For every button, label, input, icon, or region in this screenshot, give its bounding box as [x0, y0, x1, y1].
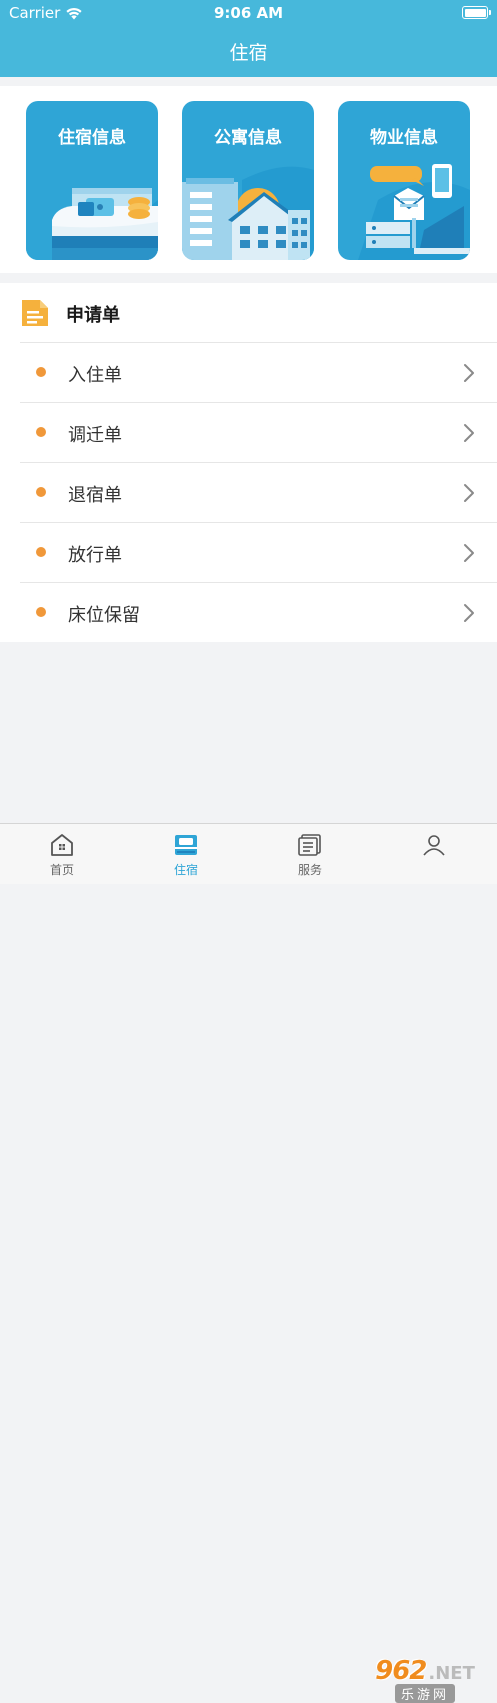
bullet-icon — [36, 607, 46, 617]
list-item-label: 床位保留 — [68, 605, 140, 626]
watermark-subtitle: 乐游网 — [394, 1683, 455, 1703]
tab-service[interactable]: 服务 — [248, 824, 372, 884]
watermark-number: 962 — [375, 1655, 427, 1686]
bullet-icon — [36, 367, 46, 377]
card-label: 公寓信息 — [214, 128, 282, 148]
tab-home[interactable]: 首页 — [0, 824, 124, 884]
property-icon — [358, 164, 470, 260]
list-item-label: 放行单 — [68, 545, 122, 566]
page-title: 住宿 — [229, 42, 268, 64]
tab-label: 首页 — [49, 863, 74, 877]
apartment-icon — [182, 166, 314, 260]
header: Carrier 9:06 AM 住宿 — [0, 0, 497, 77]
chevron-right-icon — [464, 484, 474, 502]
list-item-release[interactable]: 放行单 — [20, 522, 497, 582]
tab-label: 服务 — [297, 863, 322, 877]
tab-bar: 首页 住宿 服务 962 .NET 乐游网 — [0, 823, 497, 1703]
chevron-right-icon — [464, 544, 474, 562]
watermark-domain: .NET — [428, 1662, 475, 1684]
list-item-label: 退宿单 — [68, 485, 122, 506]
card-accommodation-info[interactable]: 住宿信息 — [26, 101, 158, 260]
card-label: 物业信息 — [370, 128, 438, 148]
home-icon — [51, 834, 73, 856]
bed-icon — [26, 160, 158, 260]
battery-icon — [462, 6, 491, 19]
document-icon — [22, 300, 48, 326]
info-cards: 住宿信息 公寓信息 物业信息 — [0, 86, 497, 273]
list-header: 申请单 — [0, 283, 497, 342]
tab-profile[interactable] — [372, 824, 496, 884]
tab-accommodation[interactable]: 住宿 — [124, 824, 248, 884]
card-apartment-info[interactable]: 公寓信息 — [182, 101, 314, 260]
application-list: 申请单 入住单 调迁单 退宿单 放行单 床位保留 — [0, 283, 497, 642]
tab-label: 住宿 — [173, 863, 198, 877]
list-item-label: 调迁单 — [68, 425, 122, 446]
bed-icon — [175, 835, 197, 855]
list-item-check-in[interactable]: 入住单 — [20, 342, 497, 402]
list-item-bed-reservation[interactable]: 床位保留 — [20, 582, 497, 642]
chevron-right-icon — [464, 424, 474, 442]
status-bar: Carrier 9:06 AM — [0, 0, 497, 26]
status-time: 9:06 AM — [213, 4, 284, 22]
chevron-right-icon — [464, 364, 474, 382]
chevron-right-icon — [464, 604, 474, 622]
list-item-transfer[interactable]: 调迁单 — [20, 402, 497, 462]
bullet-icon — [36, 547, 46, 557]
profile-icon — [423, 835, 445, 856]
card-property-info[interactable]: 物业信息 — [338, 101, 470, 260]
list-item-label: 入住单 — [68, 365, 122, 386]
service-icon — [298, 834, 321, 856]
list-title: 申请单 — [66, 305, 120, 326]
bullet-icon — [36, 487, 46, 497]
bullet-icon — [36, 427, 46, 437]
list-item-check-out[interactable]: 退宿单 — [20, 462, 497, 522]
watermark: 962 .NET 乐游网 — [355, 1655, 495, 1703]
card-label: 住宿信息 — [58, 128, 126, 148]
